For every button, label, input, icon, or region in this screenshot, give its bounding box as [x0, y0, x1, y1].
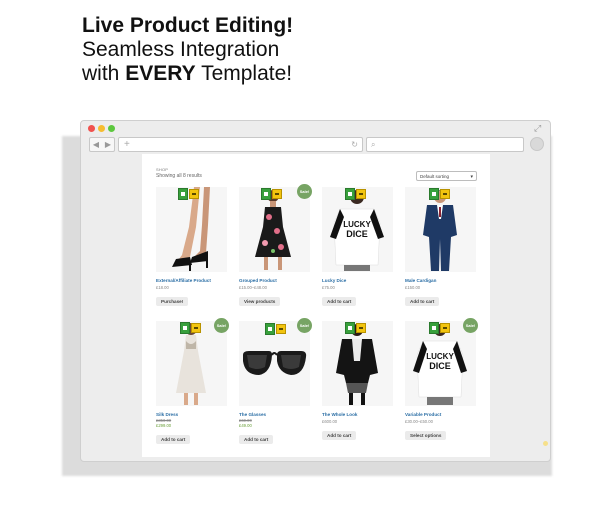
live-edit-tools[interactable] [178, 188, 200, 200]
purchase-button[interactable]: Purchase! [156, 297, 189, 306]
live-edit-tools[interactable] [429, 188, 451, 200]
product-price: £75.00 [322, 285, 335, 290]
headline-line-3-bold: EVERY [125, 62, 196, 85]
address-bar[interactable]: + ↻ [118, 137, 363, 152]
headline-line-2: Seamless Integration [82, 38, 280, 61]
quick-edit-icon[interactable] [189, 189, 199, 199]
maximize-window-button[interactable] [108, 125, 115, 132]
minimize-window-button[interactable] [98, 125, 105, 132]
back-arrow-icon[interactable]: ◀ [93, 140, 99, 149]
sorting-select-value: Default sorting [420, 174, 450, 179]
product-name[interactable]: Male Cardigan [405, 278, 436, 283]
product-name[interactable]: External/Affiliate Product [156, 278, 211, 283]
fullscreen-icon[interactable]: ⤢ [534, 124, 543, 133]
product-name[interactable]: Silk Dress [156, 412, 178, 417]
sorting-select[interactable]: Default sorting ▾ [416, 171, 477, 181]
edit-product-icon[interactable] [345, 188, 355, 200]
edit-product-icon[interactable] [429, 188, 439, 200]
product-name[interactable]: Variable Product [405, 412, 441, 417]
sale-badge: Sale! [463, 318, 478, 333]
edit-product-icon[interactable] [178, 188, 188, 200]
product-price: £18.00 [156, 285, 169, 290]
select-options-button[interactable]: Select options [405, 431, 447, 440]
product-price: £15.00–£48.00 [239, 285, 267, 290]
edit-product-icon[interactable] [180, 322, 190, 334]
quick-edit-icon[interactable] [272, 189, 282, 199]
product-price: £299.00 [156, 423, 172, 428]
live-edit-tools[interactable] [180, 322, 202, 334]
live-edit-tools[interactable] [429, 322, 451, 334]
quick-edit-icon[interactable] [191, 323, 201, 333]
result-count: Showing all 8 results [156, 173, 202, 179]
close-window-button[interactable] [88, 125, 95, 132]
shop-page: SHOP Showing all 8 results Default sorti… [142, 154, 490, 457]
breadcrumb[interactable]: SHOP [156, 167, 168, 172]
quick-edit-icon[interactable] [356, 323, 366, 333]
product-price: £600.00 [322, 419, 338, 424]
svg-text:DICE: DICE [346, 229, 368, 239]
forward-arrow-icon[interactable]: ▶ [105, 140, 111, 149]
add-to-cart-button[interactable]: Add to cart [405, 297, 440, 306]
add-to-cart-button[interactable]: Add to cart [322, 297, 357, 306]
product-name[interactable]: Grouped Product [239, 278, 277, 283]
edit-product-icon[interactable] [265, 323, 275, 335]
svg-text:LUCKY: LUCKY [426, 352, 454, 361]
quick-edit-icon[interactable] [440, 323, 450, 333]
svg-text:DICE: DICE [429, 361, 451, 371]
chevron-down-icon: ▾ [470, 174, 473, 180]
headline-line-3-prefix: with [82, 62, 126, 85]
live-edit-tools[interactable] [261, 188, 283, 200]
headline-line-3-suffix: Template! [195, 62, 293, 85]
edit-product-icon[interactable] [261, 188, 271, 200]
hero-headline: Live Product Editing! Seamless Integrati… [82, 14, 293, 86]
browser-window: ⤢ ◀ ▶ + ↻ ⌕ SHOP Showing all 8 results D… [80, 120, 551, 462]
quick-edit-icon[interactable] [276, 324, 286, 334]
view-products-button[interactable]: View products [239, 297, 281, 306]
live-edit-tools[interactable] [345, 188, 367, 200]
browser-toolbar: ◀ ▶ + ↻ ⌕ [81, 135, 550, 153]
sale-badge: Sale! [214, 318, 229, 333]
search-icon: ⌕ [371, 140, 376, 149]
edit-product-icon[interactable] [429, 322, 439, 334]
sale-badge: Sale! [297, 318, 312, 333]
browser-menu-icon[interactable] [530, 137, 544, 151]
product-name[interactable]: The Glasses [239, 412, 266, 417]
product-price: £30.00–£50.00 [405, 419, 433, 424]
add-to-cart-button[interactable]: Add to cart [156, 435, 191, 444]
edit-product-icon[interactable] [345, 322, 355, 334]
headline-line-3: with EVERY Template! [82, 62, 293, 86]
add-to-cart-button[interactable]: Add to cart [322, 431, 357, 440]
headline-line-1: Live Product Editing! [82, 14, 294, 37]
sparkle-decoration [543, 441, 548, 446]
svg-text:LUCKY: LUCKY [343, 220, 371, 229]
nav-buttons: ◀ ▶ [89, 137, 115, 152]
product-name[interactable]: The Whole Look [322, 412, 357, 417]
reload-icon[interactable]: ↻ [351, 138, 358, 151]
live-edit-tools[interactable] [345, 322, 367, 334]
add-to-cart-button[interactable]: Add to cart [239, 435, 274, 444]
sale-badge: Sale! [297, 184, 312, 199]
quick-edit-icon[interactable] [356, 189, 366, 199]
quick-edit-icon[interactable] [440, 189, 450, 199]
product-name[interactable]: Lucky Dice [322, 278, 346, 283]
browser-titlebar: ⤢ [81, 121, 550, 135]
live-edit-tools[interactable] [265, 323, 287, 335]
search-bar[interactable]: ⌕ [366, 137, 524, 152]
product-price: £150.00 [405, 285, 421, 290]
new-tab-icon[interactable]: + [124, 138, 130, 151]
product-price: £49.00 [239, 423, 252, 428]
